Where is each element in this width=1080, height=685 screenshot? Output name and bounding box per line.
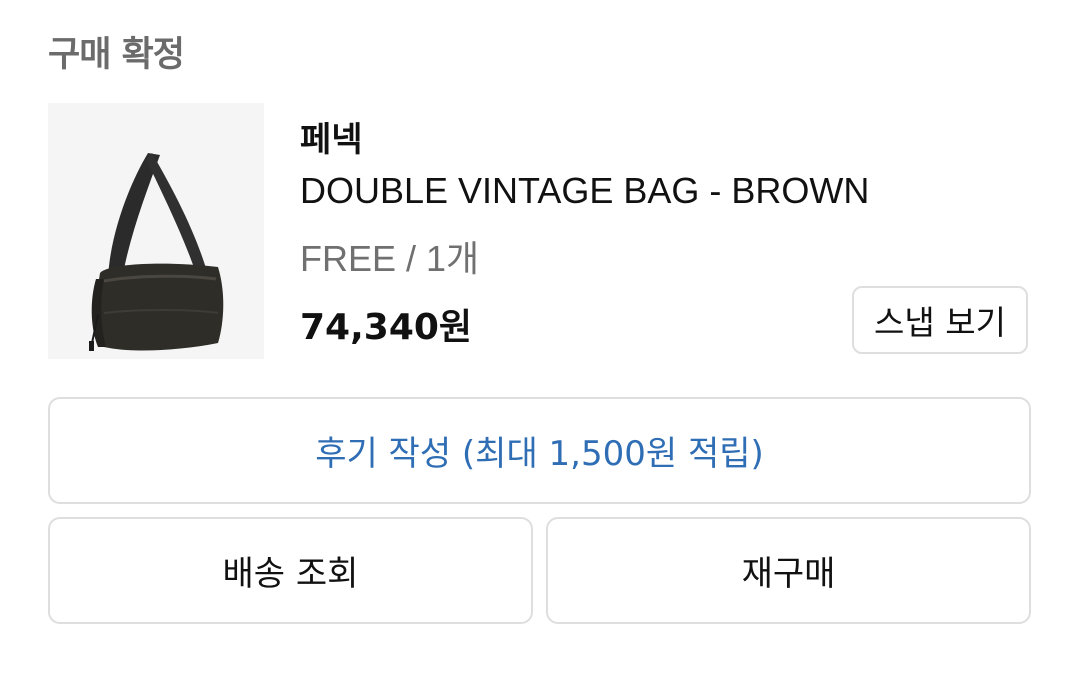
section-title: 구매 확정 (48, 35, 185, 75)
product-option: FREE / 1개 (300, 238, 480, 279)
write-review-button[interactable]: 후기 작성 (최대 1,500원 적립) (48, 397, 1031, 504)
product-name[interactable]: DOUBLE VINTAGE BAG - BROWN (300, 170, 869, 212)
rebuy-button[interactable]: 재구매 (546, 517, 1031, 624)
bag-image-icon (48, 103, 264, 359)
product-price: 74,340원 (300, 307, 473, 348)
product-image[interactable] (48, 103, 264, 359)
track-delivery-button[interactable]: 배송 조회 (48, 517, 533, 624)
snap-view-button[interactable]: 스냅 보기 (852, 286, 1028, 354)
brand-name: 페넥 (300, 120, 363, 160)
